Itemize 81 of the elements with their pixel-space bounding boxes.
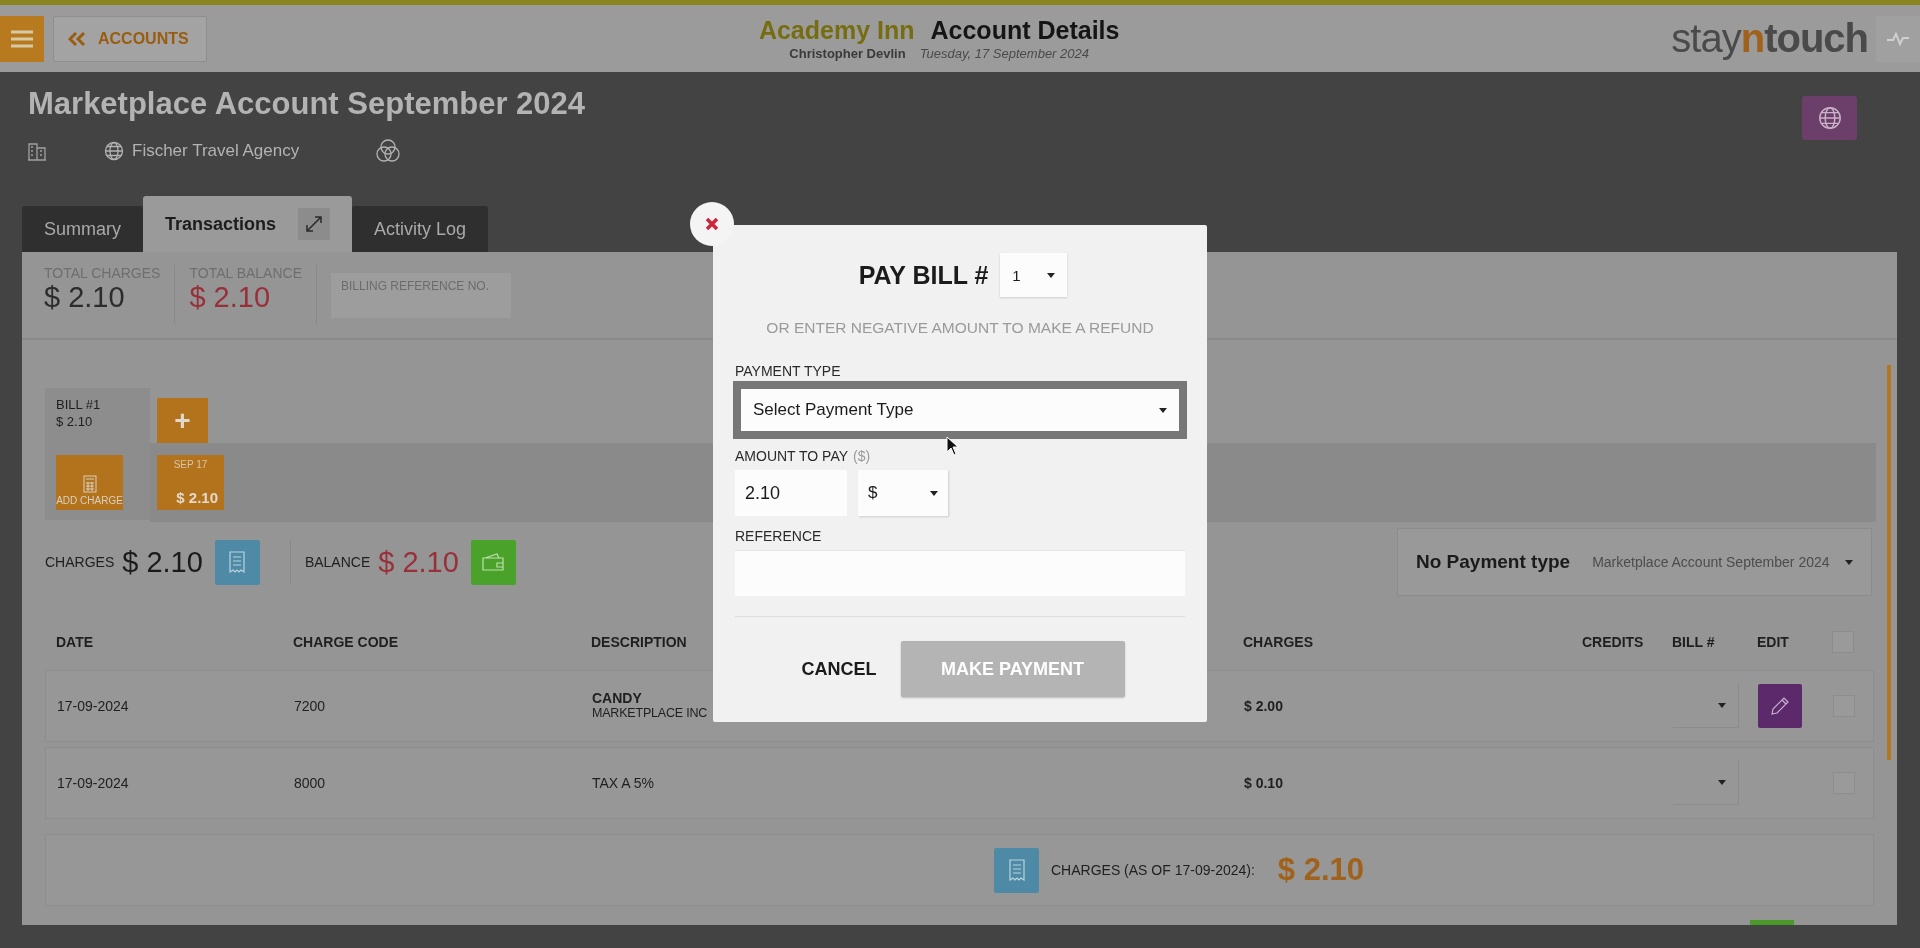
- building-icon: [28, 141, 46, 161]
- bill-tab[interactable]: BILL #1 $ 2.10: [56, 396, 139, 430]
- payment-type-label: No Payment type: [1416, 551, 1571, 573]
- close-icon: [705, 217, 719, 231]
- business-date: Tuesday, 17 September 2024: [919, 46, 1089, 61]
- field-label: AMOUNT TO PAY: [735, 448, 849, 464]
- hotel-name: Academy Inn: [758, 16, 915, 45]
- bill-dropdown[interactable]: [1673, 761, 1739, 805]
- account-title: Marketplace Account September 2024: [28, 86, 586, 122]
- menu-button[interactable]: [0, 15, 44, 62]
- wallet-icon: [482, 553, 505, 571]
- dialog-title: PAY BILL #: [858, 260, 989, 290]
- bill-number-select[interactable]: 1: [1000, 253, 1068, 297]
- balance-amount: $ 2.10: [378, 545, 459, 579]
- tab[interactable]: Activity Log: [352, 206, 489, 252]
- currency-select[interactable]: $: [858, 470, 948, 516]
- activity-button[interactable]: [1876, 15, 1920, 62]
- caret-icon: [1159, 407, 1167, 413]
- field-label: PAYMENT TYPE: [735, 363, 842, 379]
- caret-icon: [1718, 780, 1726, 785]
- tab[interactable]: Transactions: [143, 196, 353, 252]
- total-charges-amount: $ 2.10: [1277, 852, 1365, 888]
- bill-dropdown[interactable]: [1673, 684, 1739, 728]
- charges-label: CHARGES: [45, 554, 115, 570]
- pulse-icon: [1887, 31, 1909, 46]
- description-detail: MARKETPLACE INC: [592, 706, 709, 721]
- table-cell-text: $ 2.00: [1244, 698, 1284, 714]
- table-cell-text: $ 0.10: [1244, 775, 1284, 791]
- caret-icon: [930, 490, 938, 496]
- logo: stayntouch: [1671, 16, 1868, 61]
- caret-icon: [1718, 703, 1726, 708]
- caret-icon: [1845, 559, 1853, 565]
- unit-label: ($): [853, 448, 871, 464]
- wallet-button[interactable]: [470, 539, 516, 585]
- amount-field[interactable]: 2.10: [735, 470, 847, 516]
- total-amount: $ 2.10: [44, 281, 126, 314]
- table-cell-text: TAX A 5%: [592, 775, 655, 791]
- double-chevron-left-icon: [68, 31, 86, 46]
- expand-icon[interactable]: [298, 208, 331, 240]
- pencil-icon: [1769, 695, 1791, 717]
- invoice-button[interactable]: [214, 539, 260, 585]
- globe-button[interactable]: [1802, 96, 1857, 140]
- edit-button[interactable]: [1758, 684, 1802, 728]
- reference-field[interactable]: [735, 550, 1185, 596]
- charges-amount: $ 2.10: [122, 545, 203, 579]
- receipt-icon: [228, 551, 247, 573]
- column-header: CHARGE CODE: [293, 634, 399, 650]
- action-button[interactable]: [1750, 920, 1794, 925]
- column-header: DESCRIPTION: [591, 634, 688, 650]
- table-cell-text: 7200: [294, 698, 327, 714]
- calculator-icon: [82, 475, 97, 493]
- column-header: CHARGES: [1243, 634, 1314, 650]
- payment-type-select[interactable]: Select Payment Type: [733, 381, 1187, 439]
- scrollbar[interactable]: [1887, 365, 1891, 760]
- column-header: BILL #: [1672, 634, 1716, 650]
- table-cell-text: 8000: [294, 775, 327, 791]
- menu-icon: [11, 29, 33, 48]
- globe-icon: [104, 141, 124, 161]
- receipt-button[interactable]: [994, 847, 1039, 893]
- balance-label: BALANCE: [304, 554, 371, 570]
- field-label: REFERENCE: [735, 528, 823, 544]
- column-header: DATE: [56, 634, 95, 650]
- table-cell-text: 17-09-2024: [57, 698, 130, 714]
- total-amount: $ 2.10: [189, 281, 272, 314]
- circles-icon: [375, 138, 402, 164]
- cursor-icon: [946, 436, 960, 456]
- total-charges-label: CHARGES (AS OF 17-09-2024):: [1051, 862, 1255, 878]
- refund-hint: OR ENTER NEGATIVE AMOUNT TO MAKE A REFUND: [765, 319, 1155, 337]
- table-cell-text: 17-09-2024: [57, 775, 130, 791]
- page-title: Account Details: [930, 16, 1120, 45]
- column-header: EDIT: [1757, 634, 1790, 650]
- column-header: CREDITS: [1582, 634, 1645, 650]
- description-title: CANDY: [592, 691, 643, 706]
- tab[interactable]: Summary: [22, 206, 143, 252]
- company-name: Fischer Travel Agency: [132, 141, 300, 161]
- caret-icon: [1047, 272, 1056, 278]
- receipt-icon: [1007, 859, 1026, 881]
- account-dropdown[interactable]: Marketplace Account September 2024: [1592, 554, 1853, 570]
- globe-icon: [1817, 106, 1842, 130]
- cancel-button[interactable]: CANCEL: [801, 650, 877, 688]
- user-name: Christopher Devlin: [789, 46, 906, 61]
